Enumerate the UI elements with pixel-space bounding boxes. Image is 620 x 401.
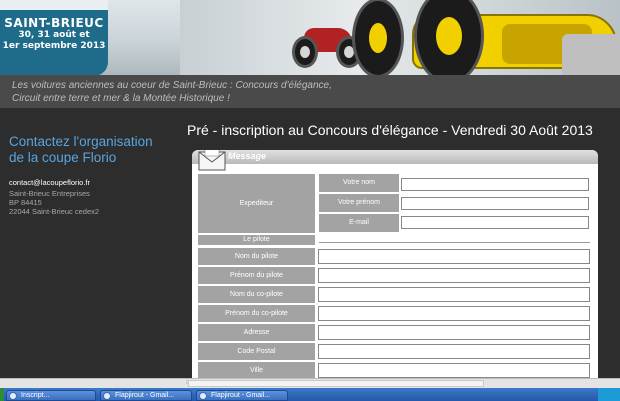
email-input[interactable] <box>401 216 589 229</box>
contact-email-link[interactable]: contact@lacoupeflorio.fr <box>9 178 90 187</box>
start-button[interactable] <box>0 388 4 401</box>
prenom-pilote-label: Prénom du pilote <box>198 267 315 284</box>
address-line1: Saint-Brieuc Entreprises <box>9 189 90 198</box>
votre-prenom-label: Votre prénom <box>319 194 399 212</box>
contact-title-line1: Contactez l'organisation <box>9 134 153 149</box>
contact-sidebar: Contactez l'organisation de la coupe Flo… <box>0 108 182 378</box>
nom-copilote-input[interactable] <box>318 287 590 302</box>
taskbar-item-1[interactable]: Inscript... <box>6 390 96 401</box>
votre-nom-input[interactable] <box>401 178 589 191</box>
taskbar-item-3-label: Flapjirout - Gmail... <box>211 392 271 399</box>
expediteur-label: Expediteur <box>198 174 315 233</box>
header-banner: SAINT-BRIEUC 30, 31 août et 1er septembr… <box>0 0 620 75</box>
browser-icon <box>199 392 207 400</box>
yellow-car-illustration <box>352 0 620 75</box>
taskbar-item-2[interactable]: Flapjirout - Gmail... <box>100 390 192 401</box>
browser-icon <box>103 392 111 400</box>
tagline-line1: Les voitures anciennes au coeur de Saint… <box>12 80 332 91</box>
adresse-label: Adresse <box>198 324 315 341</box>
prenom-copilote-label: Prénom du co-pilote <box>198 305 315 322</box>
panel-title: Message <box>228 151 267 161</box>
horizontal-scrollbar[interactable]: ⁞ <box>0 378 620 388</box>
ville-label: Ville <box>198 362 315 379</box>
page-title: Pré - inscription au Concours d'élégance… <box>187 122 593 138</box>
badge-city: SAINT-BRIEUC <box>4 16 104 30</box>
adresse-input[interactable] <box>318 325 590 340</box>
panel-header: Message <box>192 150 598 164</box>
tagline-bar: Les voitures anciennes au coeur de Saint… <box>0 75 620 108</box>
os-taskbar: Inscript... Flapjirout - Gmail... Flapji… <box>0 388 620 401</box>
badge-dates-line2: 1er septembre 2013 <box>2 41 106 51</box>
votre-nom-label: Votre nom <box>319 174 399 192</box>
badge-dates-line1: 30, 31 août et <box>18 30 90 40</box>
scrollbar-thumb[interactable] <box>188 380 484 387</box>
code-postal-label: Code Postal <box>198 343 315 360</box>
system-tray[interactable] <box>598 388 620 401</box>
taskbar-item-2-label: Flapjirout - Gmail... <box>115 392 175 399</box>
message-form-panel: Message Expediteur Votre nom Votre préno… <box>192 150 598 380</box>
contact-title-line2: de la coupe Florio <box>9 150 117 165</box>
contact-title: Contactez l'organisation de la coupe Flo… <box>9 134 153 166</box>
section-pilote-label: Le pilote <box>198 235 315 245</box>
taskbar-item-3[interactable]: Flapjirout - Gmail... <box>196 390 288 401</box>
address-line2: BP 84415 <box>9 198 42 207</box>
event-badge: SAINT-BRIEUC 30, 31 août et 1er septembr… <box>0 10 108 75</box>
nom-pilote-input[interactable] <box>318 249 590 264</box>
code-postal-input[interactable] <box>318 344 590 359</box>
nom-copilote-label: Nom du co-pilote <box>198 286 315 303</box>
address-line3: 22044 Saint-Brieuc cedex2 <box>9 207 100 216</box>
votre-prenom-input[interactable] <box>401 197 589 210</box>
prenom-copilote-input[interactable] <box>318 306 590 321</box>
tagline-line2: Circuit entre terre et mer & la Montée H… <box>12 93 230 104</box>
section-divider <box>319 242 590 243</box>
email-label: E-mail <box>319 214 399 232</box>
ville-input[interactable] <box>318 363 590 378</box>
prenom-pilote-input[interactable] <box>318 268 590 283</box>
nom-pilote-label: Nom du pilote <box>198 248 315 265</box>
browser-icon <box>9 392 17 400</box>
main-content: Pré - inscription au Concours d'élégance… <box>182 108 620 380</box>
envelope-icon <box>198 150 226 171</box>
taskbar-item-1-label: Inscript... <box>21 392 50 399</box>
